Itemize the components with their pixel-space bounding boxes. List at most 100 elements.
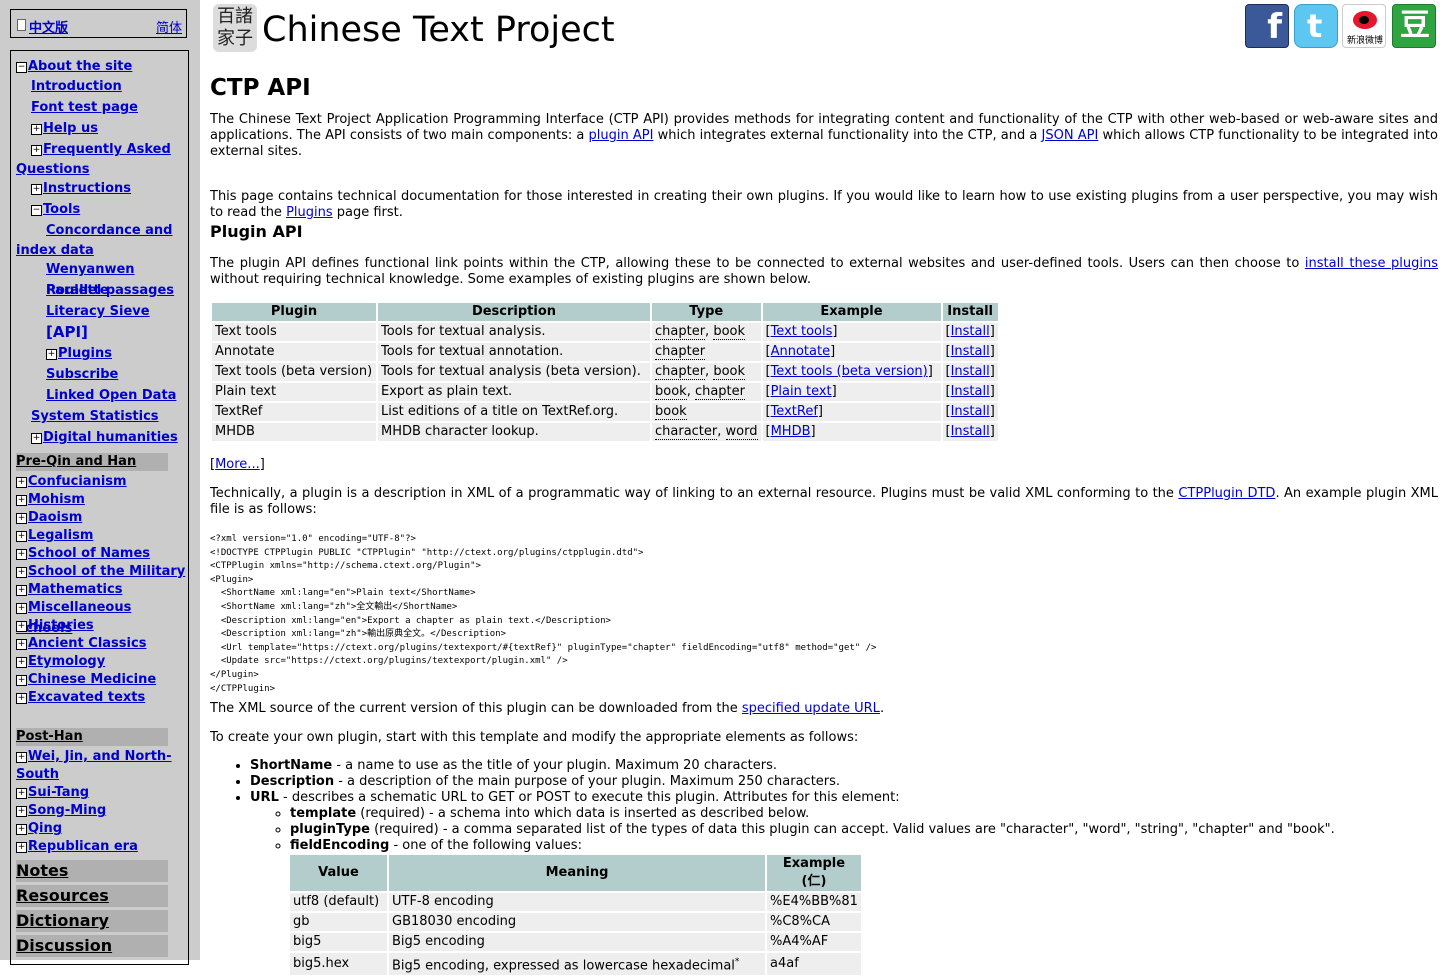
expand-icon[interactable]: +: [16, 657, 27, 668]
page-title: CTP API: [210, 75, 311, 101]
expand-icon[interactable]: +: [16, 531, 27, 542]
install-link[interactable]: Install: [951, 364, 990, 379]
encoding-meaning-cell: UTF-8 encoding: [389, 893, 765, 911]
expand-icon[interactable]: +: [16, 842, 27, 853]
expand-icon[interactable]: +: [16, 788, 27, 799]
sidebar-item-lod[interactable]: Linked Open Data: [46, 386, 176, 407]
site-title[interactable]: Chinese Text Project: [262, 8, 615, 52]
sidebar-item-parallel[interactable]: Parallel passages: [46, 281, 174, 302]
plugin-description-cell: Tools for textual analysis (beta version…: [378, 363, 650, 381]
install-link[interactable]: Install: [951, 424, 990, 439]
logo-line-1: 百諸: [217, 6, 253, 27]
encoding-table-header: Value Meaning Example (仁): [290, 855, 861, 891]
site-logo[interactable]: 百諸 家子: [213, 4, 257, 52]
table-row: Text tools Tools for textual analysis. cha…: [212, 323, 998, 341]
expand-icon[interactable]: +: [16, 806, 27, 817]
plugin-type-cell: character, word: [652, 423, 761, 441]
sidebar-item-api[interactable]: [API]: [46, 322, 88, 343]
type-tag: book: [655, 404, 687, 420]
install-link[interactable]: Install: [951, 384, 990, 399]
sidebar-item-font-test[interactable]: Font test page: [31, 98, 138, 119]
expand-icon[interactable]: +: [16, 621, 27, 632]
expand-icon[interactable]: +: [31, 124, 42, 135]
field-list: ShortName - a name to use as the title o…: [210, 758, 1438, 977]
category-post-han[interactable]: Post-Han: [16, 728, 168, 746]
collapse-icon[interactable]: −: [31, 205, 42, 216]
example-link[interactable]: TextRef: [771, 404, 818, 419]
example-link[interactable]: Annotate: [771, 344, 830, 359]
expand-icon[interactable]: +: [16, 585, 27, 596]
douban-icon[interactable]: 豆: [1392, 4, 1436, 48]
sidebar-item-plugins[interactable]: + Plugins: [46, 344, 112, 365]
lang-simplified-link[interactable]: 简体: [156, 17, 182, 36]
category-pre-qin-han[interactable]: Pre-Qin and Han: [16, 453, 168, 471]
expand-icon[interactable]: +: [16, 752, 27, 763]
sidebar-item-concordance-cont[interactable]: index data: [16, 241, 94, 262]
document-icon: [17, 19, 26, 31]
sidebar-item-faq[interactable]: + Frequently Asked: [31, 140, 171, 161]
sidebar-item-excavated-texts[interactable]: + Excavated texts: [16, 688, 145, 709]
sidebar-item-republican[interactable]: + Republican era: [16, 837, 138, 858]
json-api-link[interactable]: JSON API: [1042, 128, 1099, 143]
list-item: Description - a description of the main …: [250, 774, 1438, 790]
expand-icon[interactable]: +: [16, 824, 27, 835]
sidebar-item-digital-humanities[interactable]: + Digital humanities: [31, 428, 178, 449]
sidebar-item-instructions[interactable]: + Instructions: [31, 179, 131, 200]
twitter-icon[interactable]: t: [1294, 4, 1338, 48]
sidebar-item-concordance[interactable]: Concordance and: [46, 221, 173, 242]
sidebar-item-introduction[interactable]: Introduction: [31, 77, 122, 98]
install-link[interactable]: Install: [951, 404, 990, 419]
plugin-install-cell: [Install]: [942, 423, 998, 441]
expand-icon[interactable]: +: [16, 603, 27, 614]
sidebar-item-sieve[interactable]: Literacy Sieve: [46, 302, 150, 323]
install-plugins-link[interactable]: install these plugins: [1305, 256, 1438, 271]
sidebar-item-faq-cont[interactable]: Questions: [16, 160, 89, 181]
expand-icon[interactable]: +: [31, 145, 42, 156]
weibo-logo-eye: [1359, 16, 1369, 24]
list-item: ShortName - a name to use as the title o…: [250, 758, 1438, 774]
expand-icon[interactable]: +: [31, 433, 42, 444]
dtd-link[interactable]: CTPPlugin DTD: [1178, 486, 1275, 501]
facebook-icon[interactable]: f: [1245, 4, 1289, 48]
plugin-name-cell: Plain text: [212, 383, 376, 401]
more-link[interactable]: More...: [215, 457, 260, 472]
expand-icon[interactable]: +: [31, 184, 42, 195]
sidebar-item-about[interactable]: − About the site: [16, 57, 132, 78]
plugin-type-cell: book: [652, 403, 761, 421]
sidebar-link-notes[interactable]: Notes: [16, 860, 168, 882]
expand-icon[interactable]: +: [16, 513, 27, 524]
collapse-icon[interactable]: −: [16, 62, 27, 73]
encoding-table: Value Meaning Example (仁) utf8 (default)…: [288, 853, 863, 977]
expand-icon[interactable]: +: [16, 477, 27, 488]
sidebar-link-discussion[interactable]: Discussion: [16, 935, 168, 957]
sidebar-item-tools[interactable]: − Tools: [31, 200, 80, 221]
expand-icon[interactable]: +: [16, 495, 27, 506]
install-link[interactable]: Install: [951, 324, 990, 339]
example-link[interactable]: Text tools: [771, 324, 833, 339]
sidebar-item-statistics[interactable]: System Statistics: [31, 407, 159, 428]
lang-chinese-link[interactable]: 中文版: [29, 17, 68, 36]
sidebar-link-dictionary[interactable]: Dictionary: [16, 910, 168, 932]
sidebar-item-help[interactable]: + Help us: [31, 119, 98, 140]
logo-line-2: 家子: [217, 28, 253, 49]
example-link[interactable]: Text tools (beta version): [771, 364, 928, 379]
sidebar-item-subscribe[interactable]: Subscribe: [46, 365, 118, 386]
expand-icon[interactable]: +: [46, 349, 57, 360]
sidebar-link-resources[interactable]: Resources: [16, 885, 168, 907]
expand-icon[interactable]: +: [16, 549, 27, 560]
expand-icon[interactable]: +: [16, 693, 27, 704]
col-header: Plugin: [212, 303, 376, 321]
expand-icon[interactable]: +: [16, 675, 27, 686]
plugins-page-link[interactable]: Plugins: [286, 205, 333, 220]
example-link[interactable]: MHDB: [771, 424, 811, 439]
encoding-meaning-cell: GB18030 encoding: [389, 913, 765, 931]
weibo-icon[interactable]: 新浪微博: [1342, 4, 1386, 48]
install-link[interactable]: Install: [951, 344, 990, 359]
xml-example: <?xml version="1.0" encoding="UTF-8"?> <…: [210, 534, 877, 694]
plugin-install-cell: [Install]: [942, 343, 998, 361]
expand-icon[interactable]: +: [16, 567, 27, 578]
expand-icon[interactable]: +: [16, 639, 27, 650]
update-url-link[interactable]: specified update URL: [742, 701, 880, 716]
example-link[interactable]: Plain text: [771, 384, 832, 399]
plugin-api-link[interactable]: plugin API: [589, 128, 654, 143]
